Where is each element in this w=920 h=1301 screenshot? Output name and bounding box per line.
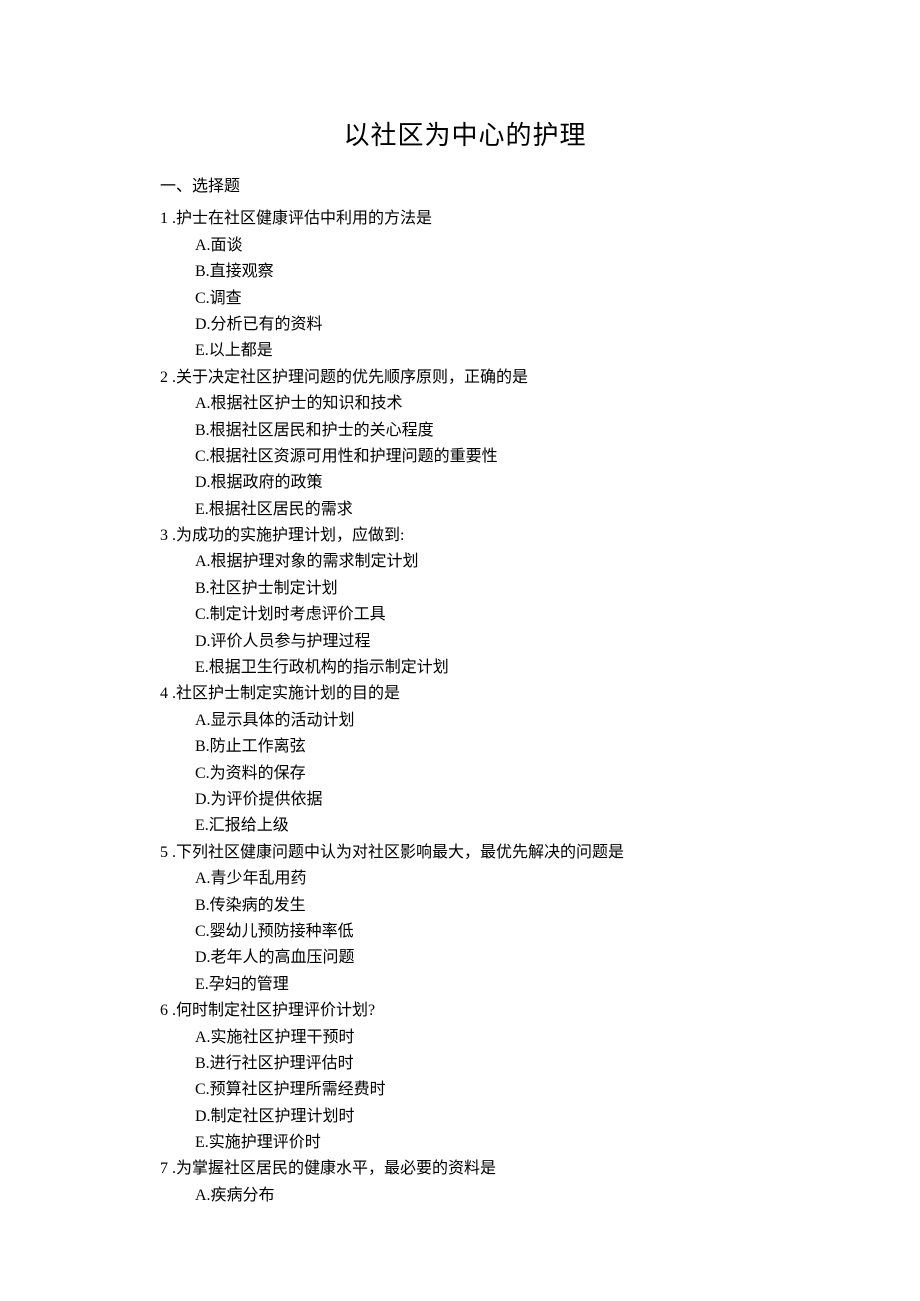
question-stem: 下列社区健康问题中认为对社区影响最大，最优先解决的问题是 (176, 844, 624, 861)
question-number: 6 (160, 998, 168, 1024)
question-stem: 社区护士制定实施计划的目的是 (176, 685, 400, 702)
question-separator: . (168, 1160, 176, 1177)
option: B.传染病的发生 (160, 893, 770, 919)
option: B.进行社区护理评估时 (160, 1051, 770, 1077)
option: C.为资料的保存 (160, 761, 770, 787)
page-title: 以社区为中心的护理 (160, 115, 770, 152)
question-block: 2 .关于决定社区护理问题的优先顺序原则，正确的是A.根据社区护士的知识和技术B… (160, 365, 770, 523)
question-number: 7 (160, 1156, 168, 1182)
question-stem: 何时制定社区护理评价计划? (176, 1002, 375, 1019)
option: E.根据卫生行政机构的指示制定计划 (160, 655, 770, 681)
question-text: 4 .社区护士制定实施计划的目的是 (160, 681, 770, 707)
question-block: 5 .下列社区健康问题中认为对社区影响最大，最优先解决的问题是A.青少年乱用药B… (160, 840, 770, 998)
question-stem: 护士在社区健康评估中利用的方法是 (176, 210, 432, 227)
question-text: 6 .何时制定社区护理评价计划? (160, 998, 770, 1024)
option: E.以上都是 (160, 338, 770, 364)
option: B.社区护士制定计划 (160, 576, 770, 602)
question-text: 2 .关于决定社区护理问题的优先顺序原则，正确的是 (160, 365, 770, 391)
question-block: 1 .护士在社区健康评估中利用的方法是A.面谈B.直接观察C.调查D.分析已有的… (160, 206, 770, 364)
option: A.显示具体的活动计划 (160, 708, 770, 734)
question-text: 3 .为成功的实施护理计划，应做到: (160, 523, 770, 549)
option: A.青少年乱用药 (160, 866, 770, 892)
option: A.根据护理对象的需求制定计划 (160, 549, 770, 575)
question-stem: 为成功的实施护理计划，应做到: (176, 527, 404, 544)
option: C.制定计划时考虑评价工具 (160, 602, 770, 628)
question-text: 1 .护士在社区健康评估中利用的方法是 (160, 206, 770, 232)
question-text: 7 .为掌握社区居民的健康水平，最必要的资料是 (160, 1156, 770, 1182)
question-number: 4 (160, 681, 168, 707)
question-block: 7 .为掌握社区居民的健康水平，最必要的资料是A.疾病分布 (160, 1156, 770, 1209)
question-separator: . (168, 1002, 176, 1019)
option: D.分析已有的资料 (160, 312, 770, 338)
option: E.根据社区居民的需求 (160, 497, 770, 523)
question-block: 3 .为成功的实施护理计划，应做到:A.根据护理对象的需求制定计划B.社区护士制… (160, 523, 770, 681)
question-separator: . (168, 369, 176, 386)
option: C.婴幼儿预防接种率低 (160, 919, 770, 945)
question-block: 6 .何时制定社区护理评价计划?A.实施社区护理干预时B.进行社区护理评估时C.… (160, 998, 770, 1156)
option: A.疾病分布 (160, 1183, 770, 1209)
option: B.根据社区居民和护士的关心程度 (160, 418, 770, 444)
option: A.根据社区护士的知识和技术 (160, 391, 770, 417)
question-separator: . (168, 685, 176, 702)
option: D.评价人员参与护理过程 (160, 629, 770, 655)
option: C.调查 (160, 286, 770, 312)
option: E.孕妇的管理 (160, 972, 770, 998)
question-number: 2 (160, 365, 168, 391)
option: A.实施社区护理干预时 (160, 1025, 770, 1051)
option: B.防止工作离弦 (160, 734, 770, 760)
section-header: 一、选择题 (160, 174, 770, 200)
question-number: 3 (160, 523, 168, 549)
question-separator: . (168, 527, 176, 544)
question-stem: 关于决定社区护理问题的优先顺序原则，正确的是 (176, 369, 528, 386)
question-number: 1 (160, 206, 168, 232)
option: D.制定社区护理计划时 (160, 1104, 770, 1130)
option: C.根据社区资源可用性和护理问题的重要性 (160, 444, 770, 470)
option: D.为评价提供依据 (160, 787, 770, 813)
option: A.面谈 (160, 233, 770, 259)
questions-container: 1 .护士在社区健康评估中利用的方法是A.面谈B.直接观察C.调查D.分析已有的… (160, 206, 770, 1209)
question-number: 5 (160, 840, 168, 866)
question-separator: . (168, 844, 176, 861)
option: E.实施护理评价时 (160, 1130, 770, 1156)
question-text: 5 .下列社区健康问题中认为对社区影响最大，最优先解决的问题是 (160, 840, 770, 866)
option: D.老年人的高血压问题 (160, 945, 770, 971)
option: D.根据政府的政策 (160, 470, 770, 496)
option: B.直接观察 (160, 259, 770, 285)
question-block: 4 .社区护士制定实施计划的目的是A.显示具体的活动计划B.防止工作离弦C.为资… (160, 681, 770, 839)
question-separator: . (168, 210, 176, 227)
option: E.汇报给上级 (160, 813, 770, 839)
option: C.预算社区护理所需经费时 (160, 1077, 770, 1103)
question-stem: 为掌握社区居民的健康水平，最必要的资料是 (176, 1160, 496, 1177)
